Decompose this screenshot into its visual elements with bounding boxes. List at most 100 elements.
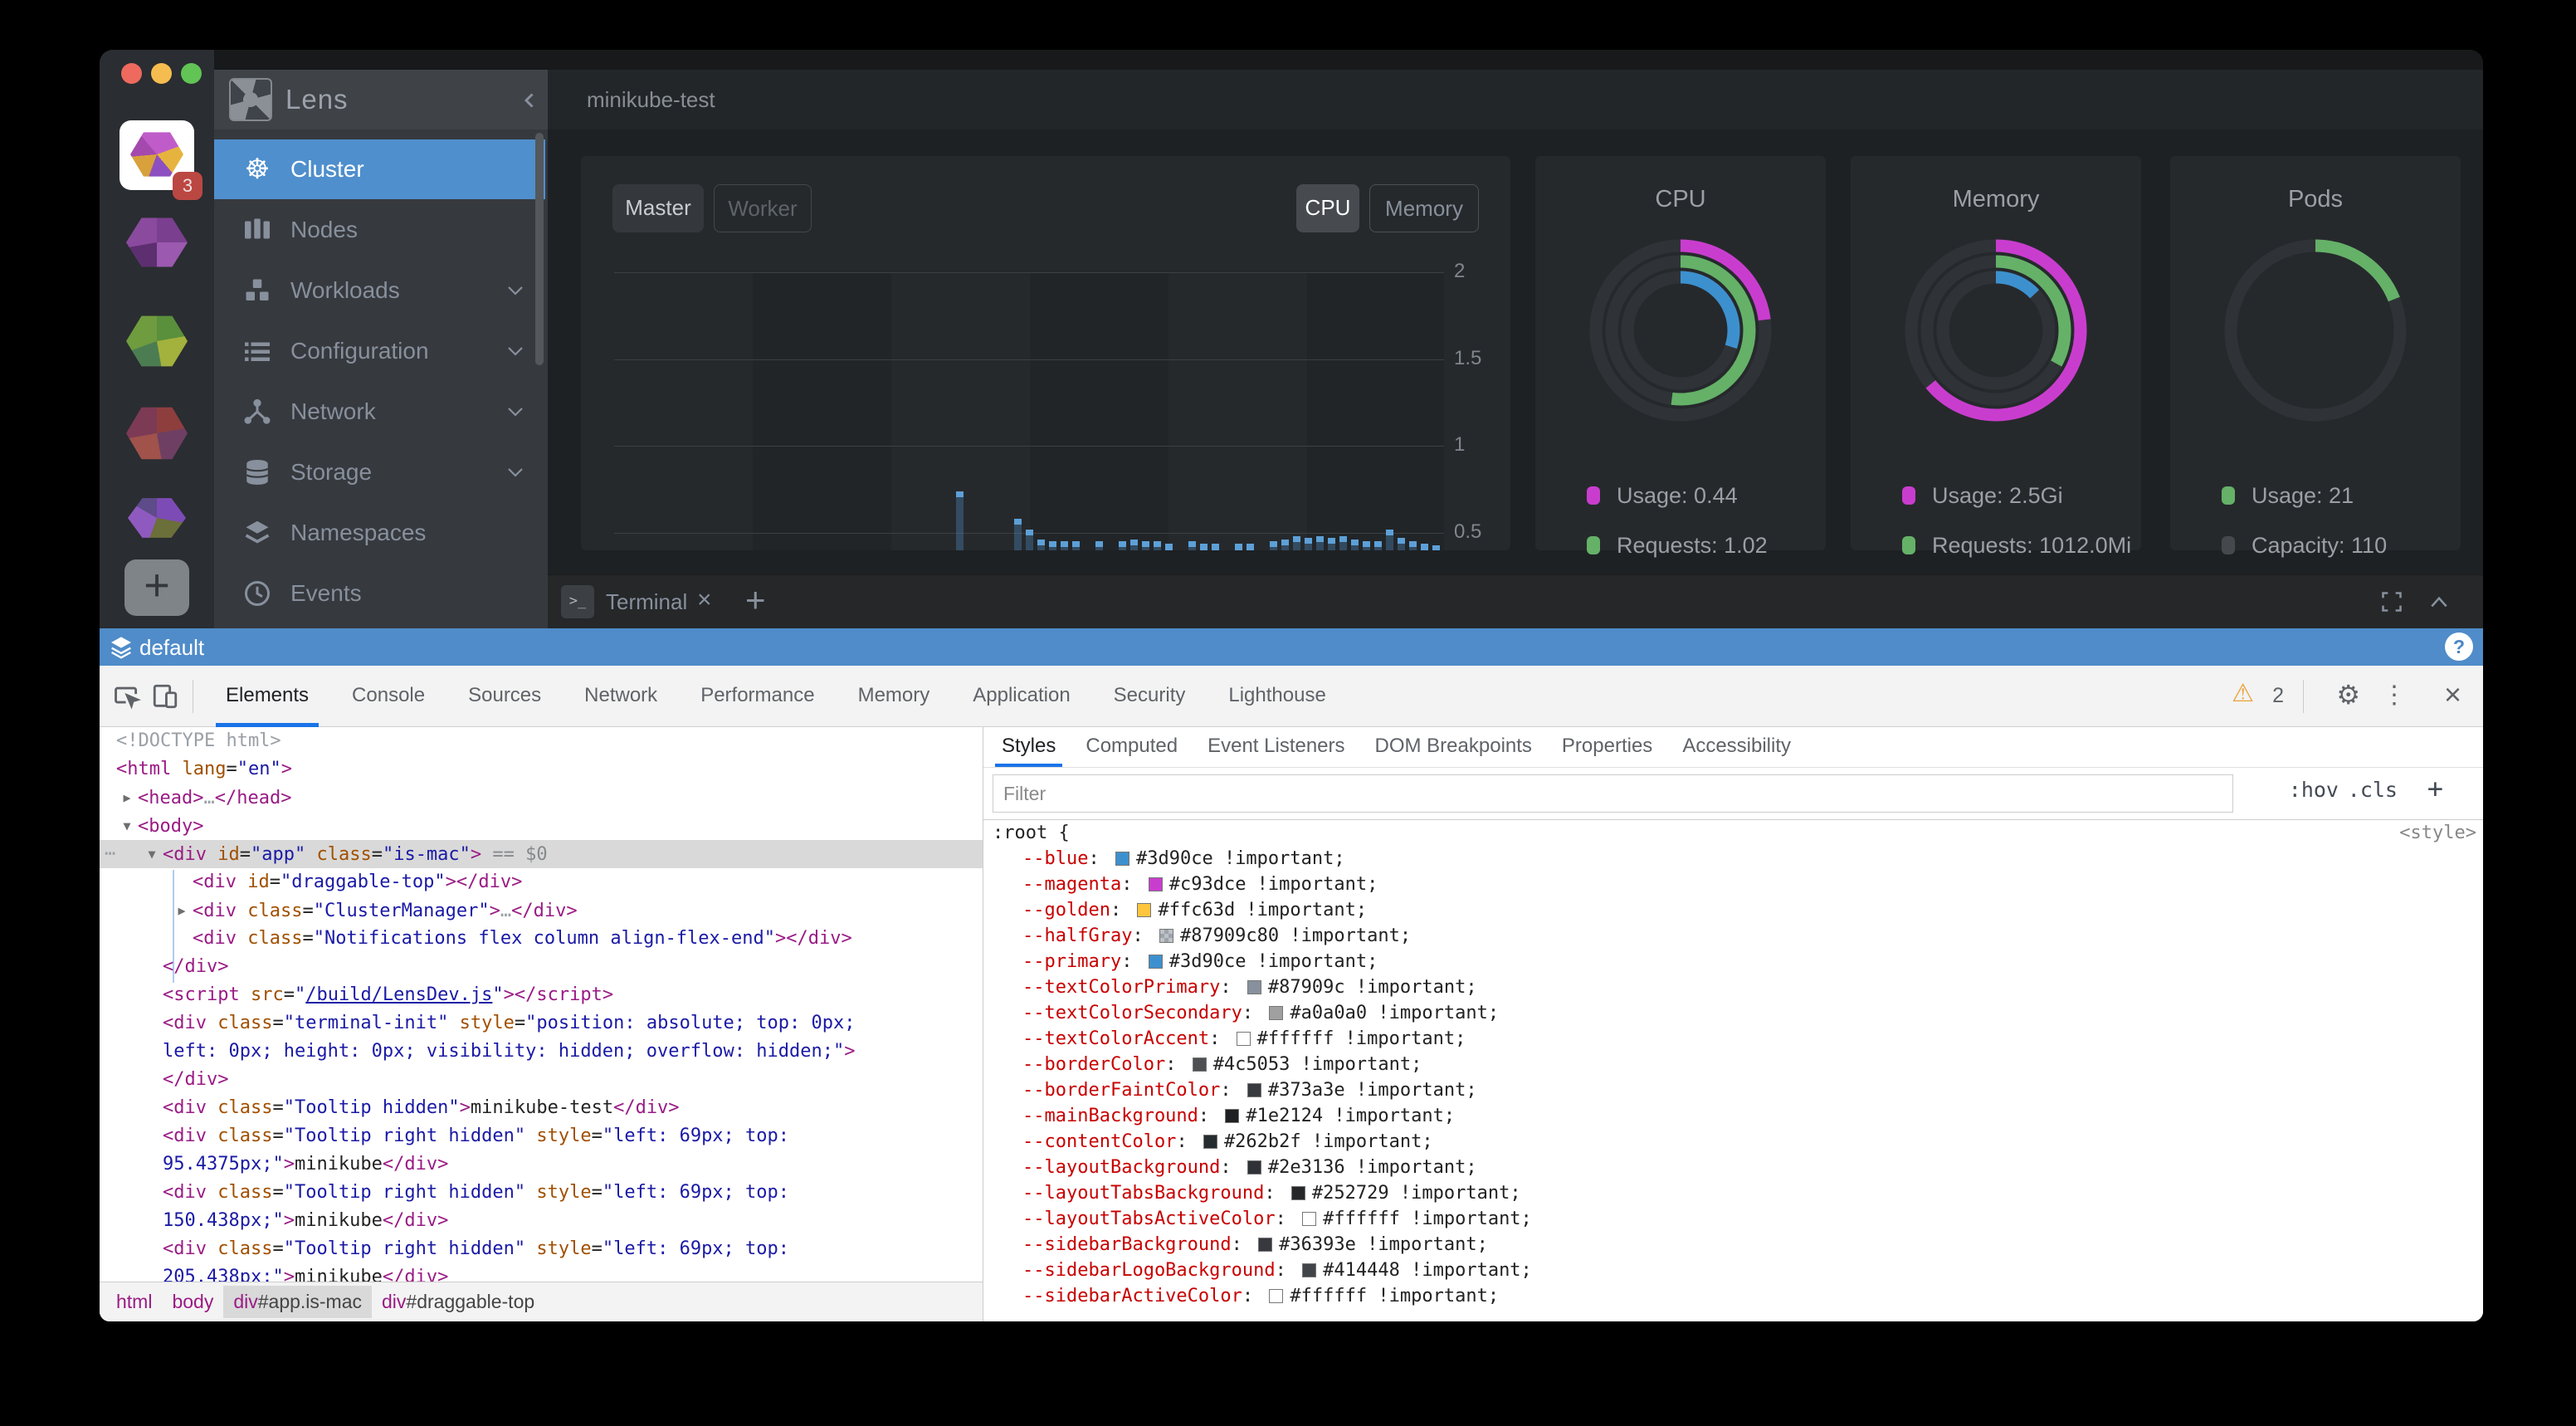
dom-tree-line[interactable]: <script src="/build/LensDev.js"></script…	[100, 981, 983, 1009]
styles-subtab-computed[interactable]: Computed	[1071, 727, 1193, 767]
tab-master[interactable]: Master	[612, 184, 704, 232]
css-variable-row[interactable]: --blue: #3d90ce !important;	[983, 846, 2483, 872]
cluster-item-3[interactable]	[126, 314, 188, 369]
color-swatch[interactable]	[1137, 903, 1151, 917]
dom-tree-line[interactable]: <div class="Tooltip right hidden" style=…	[100, 1235, 983, 1263]
css-variable-row[interactable]: --magenta: #c93dce !important;	[983, 872, 2483, 897]
warning-icon[interactable]: ⚠	[2232, 679, 2254, 708]
devtools-tab-memory[interactable]: Memory	[837, 666, 952, 727]
breadcrumb-div[interactable]: div#app.is-mac	[223, 1286, 372, 1318]
css-variable-row[interactable]: --mainBackground: #1e2124 !important;	[983, 1103, 2483, 1129]
breadcrumb-div[interactable]: div#draggable-top	[372, 1286, 544, 1318]
namespace-label[interactable]: default	[139, 635, 204, 661]
sidebar-item-namespaces[interactable]: Namespaces	[214, 503, 545, 563]
toggle-classes-button[interactable]: .cls	[2348, 778, 2398, 802]
dom-tree-line[interactable]: ⋯▼<div id="app" class="is-mac"> == $0	[100, 840, 983, 868]
cluster-item-active[interactable]: 3	[120, 120, 194, 190]
dom-tree-line[interactable]: 95.4375px;">minikube</div>	[100, 1150, 983, 1179]
color-swatch[interactable]	[1237, 1032, 1251, 1046]
css-selector[interactable]: :root {	[993, 823, 1070, 843]
terminal-close-button[interactable]: ×	[697, 586, 712, 614]
dom-tree-line[interactable]: <div class="Tooltip hidden">minikube-tes…	[100, 1094, 983, 1122]
devtools-tab-sources[interactable]: Sources	[446, 666, 563, 727]
color-swatch[interactable]	[1247, 980, 1261, 994]
devtools-tab-performance[interactable]: Performance	[679, 666, 836, 727]
kebab-menu-icon[interactable]: ⋮	[2382, 681, 2407, 710]
css-variable-row[interactable]: --layoutTabsBackground: #252729 !importa…	[983, 1180, 2483, 1206]
dom-tree-line[interactable]: ▶<head>…</head>	[100, 784, 983, 812]
dom-tree-line[interactable]: ▼<body>	[100, 812, 983, 840]
css-variable-row[interactable]: --layoutBackground: #2e3136 !important;	[983, 1155, 2483, 1180]
add-cluster-button[interactable]: +	[124, 559, 189, 616]
dom-tree-line[interactable]: </div>	[100, 1066, 983, 1094]
color-swatch[interactable]	[1149, 955, 1163, 969]
styles-subtab-event-listeners[interactable]: Event Listeners	[1193, 727, 1359, 767]
device-toolbar-icon[interactable]	[151, 682, 179, 711]
dom-tree-line[interactable]: ▶<div class="ClusterManager">…</div>	[100, 896, 983, 925]
styles-subtab-styles[interactable]: Styles	[987, 727, 1071, 767]
devtools-tab-security[interactable]: Security	[1092, 666, 1208, 727]
dom-tree-line[interactable]: </div>	[100, 953, 983, 981]
devtools-tab-elements[interactable]: Elements	[204, 666, 330, 727]
css-variable-row[interactable]: --sidebarBackground: #36393e !important;	[983, 1232, 2483, 1258]
dom-tree-line[interactable]: <html lang="en">	[100, 755, 983, 784]
dom-tree-line[interactable]: <div class="Tooltip right hidden" style=…	[100, 1179, 983, 1207]
dom-tree-line[interactable]: <div class="Tooltip right hidden" style=…	[100, 1122, 983, 1150]
dom-tree-line[interactable]: 205.438px;">minikube</div>	[100, 1263, 983, 1282]
styles-subtab-properties[interactable]: Properties	[1547, 727, 1667, 767]
minimize-window-button[interactable]	[151, 63, 172, 84]
color-swatch[interactable]	[1269, 1289, 1283, 1303]
gear-icon[interactable]: ⚙	[2336, 679, 2360, 711]
css-variable-row[interactable]: --sidebarLogoBackground: #414448 !import…	[983, 1258, 2483, 1283]
css-variable-row[interactable]: --golden: #ffc63d !important;	[983, 897, 2483, 923]
color-swatch[interactable]	[1291, 1186, 1305, 1200]
sidebar-item-cluster[interactable]: ☸ Cluster	[214, 139, 545, 199]
css-variable-row[interactable]: --halfGray: #87909c80 !important;	[983, 923, 2483, 949]
color-swatch[interactable]	[1269, 1006, 1283, 1020]
dom-tree-line[interactable]: 150.438px;">minikube</div>	[100, 1207, 983, 1235]
terminal-tab[interactable]: Terminal	[606, 589, 687, 615]
sidebar-item-events[interactable]: Events	[214, 564, 545, 623]
css-variable-row[interactable]: --textColorPrimary: #87909c !important;	[983, 974, 2483, 1000]
css-variable-row[interactable]: --layoutTabsActiveColor: #ffffff !import…	[983, 1206, 2483, 1232]
sidebar-item-nodes[interactable]: Nodes	[214, 200, 545, 260]
styles-subtab-accessibility[interactable]: Accessibility	[1667, 727, 1806, 767]
sidebar-item-network[interactable]: Network	[214, 382, 545, 442]
dom-tree-line[interactable]: <!DOCTYPE html>	[100, 727, 983, 755]
breadcrumb-body[interactable]: body	[162, 1286, 223, 1318]
new-style-rule-button[interactable]: +	[2427, 773, 2443, 804]
color-swatch[interactable]	[1225, 1109, 1239, 1123]
sidebar-item-storage[interactable]: Storage	[214, 442, 545, 502]
css-variable-row[interactable]: --borderFaintColor: #373a3e !important;	[983, 1077, 2483, 1103]
style-source-link[interactable]: <style>	[2399, 820, 2476, 846]
css-variable-row[interactable]: --sidebarActiveColor: #ffffff !important…	[983, 1283, 2483, 1309]
styles-filter-input[interactable]	[993, 774, 2233, 813]
color-swatch[interactable]	[1159, 929, 1173, 943]
sidebar-item-workloads[interactable]: Workloads	[214, 261, 545, 320]
sidebar-scrollbar[interactable]	[535, 133, 544, 365]
css-variable-row[interactable]: --primary: #3d90ce !important;	[983, 949, 2483, 974]
devtools-tab-network[interactable]: Network	[563, 666, 679, 727]
cluster-item-5[interactable]	[128, 496, 186, 540]
help-button[interactable]: ?	[2445, 632, 2473, 661]
css-variable-row[interactable]: --borderColor: #4c5053 !important;	[983, 1052, 2483, 1077]
tab-worker[interactable]: Worker	[714, 184, 812, 232]
styles-subtab-dom-breakpoints[interactable]: DOM Breakpoints	[1360, 727, 1547, 767]
devtools-tab-console[interactable]: Console	[330, 666, 446, 727]
toggle-hover-state-button[interactable]: :hov	[2289, 778, 2339, 802]
cluster-item-2[interactable]	[126, 216, 188, 269]
css-variable-row[interactable]: --textColorSecondary: #a0a0a0 !important…	[983, 1000, 2483, 1026]
color-swatch[interactable]	[1193, 1057, 1207, 1072]
tab-cpu[interactable]: CPU	[1296, 184, 1359, 232]
close-icon[interactable]: ×	[2444, 677, 2461, 712]
color-swatch[interactable]	[1149, 877, 1163, 891]
color-swatch[interactable]	[1247, 1083, 1261, 1097]
dom-tree-line[interactable]: <div class="terminal-init" style="positi…	[100, 1009, 983, 1038]
terminal-expand-icon[interactable]	[2380, 590, 2403, 613]
terminal-add-button[interactable]: +	[745, 580, 766, 620]
devtools-tab-application[interactable]: Application	[951, 666, 1091, 727]
breadcrumb-html[interactable]: html	[106, 1286, 162, 1318]
sidebar-collapse-button[interactable]	[518, 88, 543, 113]
zoom-window-button[interactable]	[181, 63, 202, 84]
close-window-button[interactable]	[121, 63, 142, 84]
